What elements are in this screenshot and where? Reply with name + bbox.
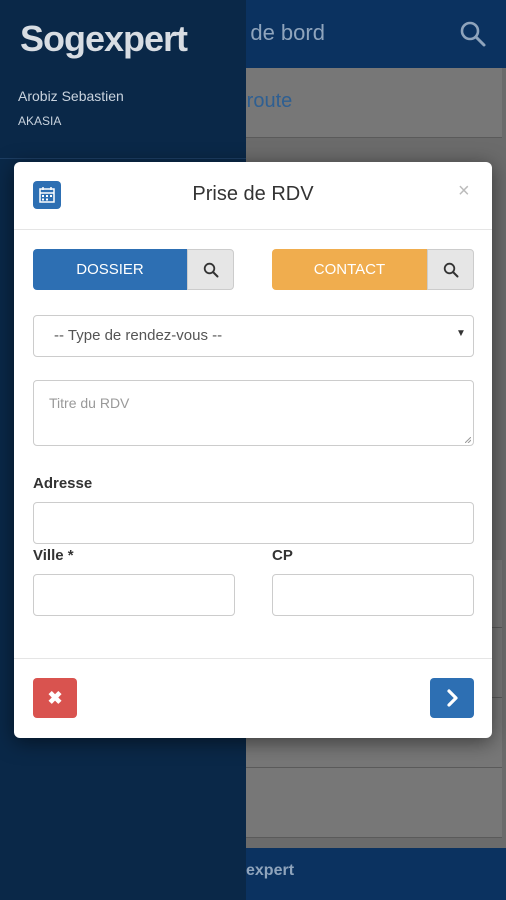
user-company: AKASIA <box>18 114 62 128</box>
resize-grip-icon[interactable] <box>465 437 471 443</box>
user-name: Arobiz Sebastien <box>18 88 124 104</box>
cp-input[interactable] <box>272 574 474 616</box>
search-icon <box>203 262 219 278</box>
chevron-right-icon <box>447 689 458 707</box>
contact-search-button[interactable] <box>427 249 474 290</box>
cp-label: CP <box>272 547 293 564</box>
sidebar-divider <box>0 158 246 159</box>
address-label: Adresse <box>33 475 93 492</box>
close-icon[interactable]: × <box>458 180 470 203</box>
rdv-title-textarea[interactable]: Titre du RDV <box>33 380 474 446</box>
dossier-button[interactable]: DOSSIER <box>33 249 187 290</box>
logo: Sogexpert <box>20 18 188 59</box>
app-list-row[interactable] <box>246 768 502 838</box>
rdv-modal: Prise de RDV × DOSSIER CONTACT -- Type d… <box>14 162 492 738</box>
next-button[interactable] <box>430 678 474 718</box>
app-footer-text: expert <box>246 862 295 879</box>
modal-footer-divider <box>14 658 492 659</box>
address-input[interactable] <box>33 502 474 544</box>
contact-button[interactable]: CONTACT <box>272 249 427 290</box>
rdv-type-select[interactable]: -- Type de rendez-vous -- <box>33 315 474 357</box>
modal-title: Prise de RDV <box>192 183 314 205</box>
cancel-button[interactable]: ✖ <box>33 678 77 718</box>
search-icon[interactable] <box>459 20 487 48</box>
search-icon <box>443 262 459 278</box>
dossier-search-button[interactable] <box>187 249 234 290</box>
ville-label: Ville * <box>33 547 74 564</box>
ville-input[interactable] <box>33 574 235 616</box>
caret-down-icon: ▼ <box>456 328 466 339</box>
modal-header: Prise de RDV × <box>14 162 492 230</box>
